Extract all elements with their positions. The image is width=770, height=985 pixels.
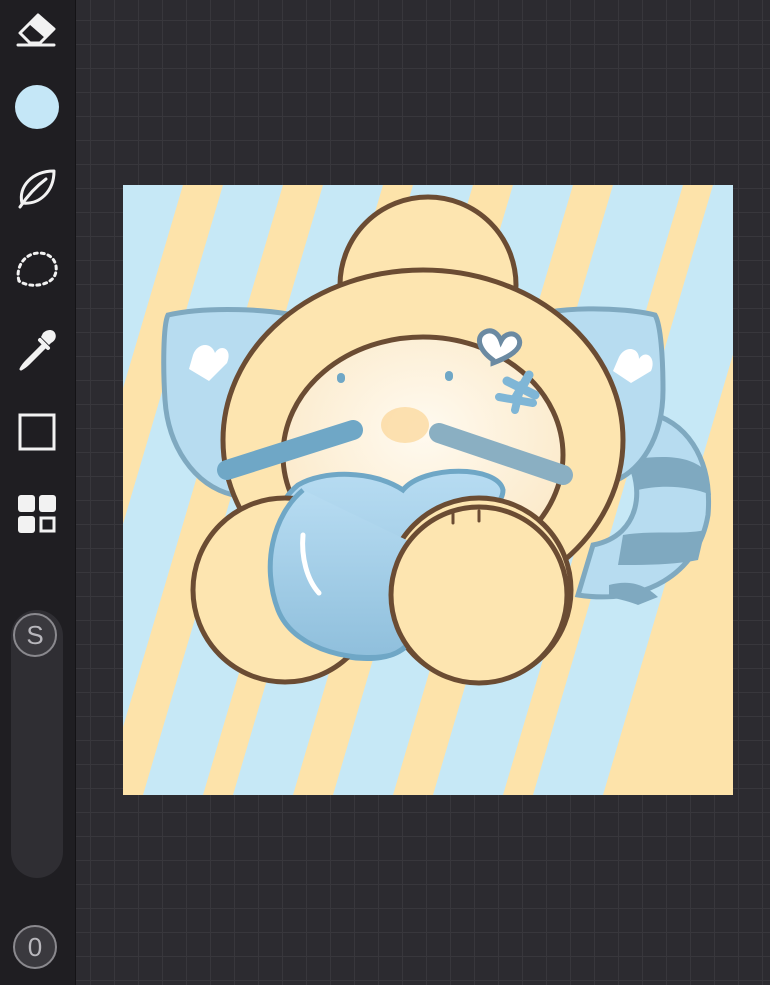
brush-tool[interactable] xyxy=(12,163,62,213)
color-swatch-button[interactable] xyxy=(12,82,62,132)
drawing-app: S 0 xyxy=(0,0,770,985)
right-hand-front xyxy=(388,504,570,686)
layout-grid-icon xyxy=(18,495,56,533)
left-eye-dot xyxy=(337,373,345,383)
artboard[interactable] xyxy=(123,185,733,795)
layout-tool[interactable] xyxy=(12,489,62,539)
eyedropper-icon xyxy=(19,330,56,371)
eyedropper-tool[interactable] xyxy=(12,325,62,375)
size-badge[interactable]: S xyxy=(13,613,57,657)
nose-blush xyxy=(381,407,429,443)
leaf-icon xyxy=(18,169,56,209)
eraser-icon xyxy=(16,13,56,47)
eraser-tool[interactable] xyxy=(12,2,62,52)
shape-tool[interactable] xyxy=(12,407,62,457)
lasso-selection-icon xyxy=(16,251,58,287)
artwork xyxy=(123,185,733,795)
selection-tool[interactable] xyxy=(12,244,62,294)
right-eye-dot xyxy=(445,371,453,381)
square-icon xyxy=(18,413,56,451)
opacity-badge[interactable]: 0 xyxy=(13,925,57,969)
color-swatch xyxy=(15,85,59,129)
tool-sidebar: S 0 xyxy=(0,0,75,985)
